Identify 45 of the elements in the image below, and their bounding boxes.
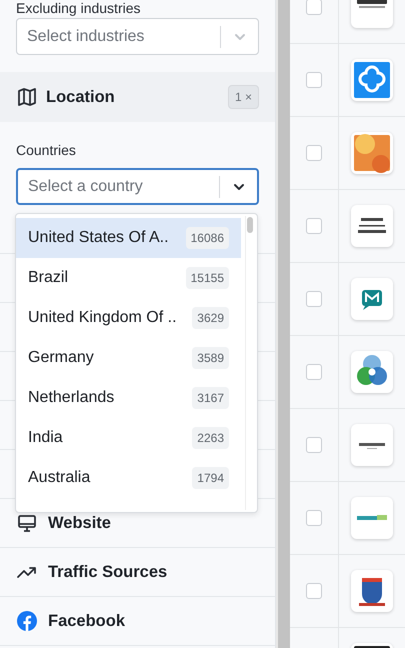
checkbox[interactable]: [306, 510, 322, 526]
section-title: Location: [46, 86, 116, 108]
checkbox[interactable]: [306, 218, 322, 234]
count-badge: 15155: [186, 267, 229, 289]
count-badge: 3167: [192, 387, 229, 409]
field-label: Excluding industries: [16, 0, 142, 16]
checkbox[interactable]: [306, 145, 322, 161]
company-logo: [351, 278, 393, 320]
company-logo: [351, 59, 393, 101]
count-badge[interactable]: 1 ×: [228, 85, 259, 109]
country-option[interactable]: India 2263: [16, 418, 241, 458]
section-header[interactable]: Location 1 ×: [0, 72, 275, 122]
scrollbar-track[interactable]: [276, 0, 290, 648]
company-logo: [351, 132, 393, 174]
country-option[interactable]: Brazil 15155: [16, 258, 241, 298]
country-option[interactable]: Netherlands 3167: [16, 378, 241, 418]
monitor-icon: [16, 512, 38, 534]
count-badge: 2263: [192, 427, 229, 449]
checkbox[interactable]: [306, 583, 322, 599]
checkbox[interactable]: [306, 437, 322, 453]
scrollbar-thumb[interactable]: [247, 217, 253, 233]
country-option[interactable]: Germany 3589: [16, 338, 241, 378]
section-row[interactable]: Facebook: [0, 597, 275, 646]
company-logo: [351, 205, 393, 247]
country-option[interactable]: Australia 1794: [16, 458, 241, 498]
country-option[interactable]: United Kingdom Of .. 3629: [16, 298, 241, 338]
country-option[interactable]: United States Of A.. 16086: [16, 218, 241, 258]
company-logo: [351, 570, 393, 612]
checkbox[interactable]: [306, 364, 322, 380]
company-logo: [351, 351, 393, 393]
checkbox[interactable]: [306, 0, 322, 15]
facebook-icon: [16, 610, 38, 632]
company-logo: [351, 424, 393, 466]
count-badge: 3629: [192, 307, 229, 329]
count-badge: 3589: [192, 347, 229, 369]
country-select[interactable]: Select a country: [16, 168, 259, 205]
checkbox[interactable]: [306, 72, 322, 88]
industries-select[interactable]: Select industries: [16, 18, 259, 55]
count-badge: 1794: [192, 467, 229, 489]
map-icon: [16, 86, 38, 108]
company-logo: [351, 497, 393, 539]
section-row[interactable]: Traffic Sources: [0, 548, 275, 597]
field-label: Countries: [16, 141, 77, 160]
checkbox[interactable]: [306, 291, 322, 307]
count-badge: 16086: [186, 227, 229, 249]
